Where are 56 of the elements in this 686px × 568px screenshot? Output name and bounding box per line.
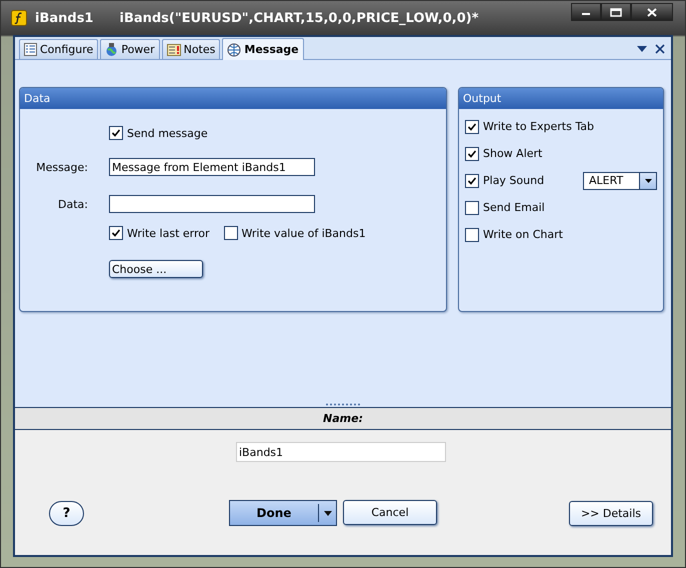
- dropdown-arrow-icon: [324, 510, 332, 516]
- list-icon: [24, 43, 37, 56]
- input-field[interactable]: [109, 195, 315, 213]
- checkbox-label: Write to Experts Tab: [483, 120, 594, 133]
- checkbox-label: Play Sound: [483, 174, 544, 187]
- maximize-icon: [610, 8, 622, 16]
- dropdown-arrow-icon[interactable]: [637, 46, 647, 52]
- tab[interactable]: Message: [222, 38, 304, 60]
- checkmark-icon: [111, 228, 121, 238]
- tab[interactable]: Power: [100, 39, 160, 59]
- checkbox-label: Write value of iBands1: [242, 226, 366, 240]
- tab[interactable]: Notes: [162, 39, 220, 59]
- globe-icon: [105, 42, 118, 56]
- checkbox[interactable]: [109, 226, 123, 240]
- done-button[interactable]: Done: [229, 500, 337, 526]
- checkmark-icon: [467, 176, 477, 186]
- checkbox[interactable]: [465, 146, 479, 160]
- choose-button[interactable]: Choose ...: [109, 260, 203, 278]
- cancel-button[interactable]: Cancel: [343, 500, 437, 525]
- close-button[interactable]: [631, 3, 673, 21]
- checkbox[interactable]: [465, 120, 479, 134]
- name-field[interactable]: iBands1: [236, 442, 446, 462]
- panel-header: Data: [20, 88, 446, 109]
- field-label: Message:: [35, 160, 88, 174]
- tab[interactable]: Configure: [19, 39, 98, 59]
- checkbox-label: Send Email: [483, 201, 545, 214]
- checkmark-icon: [467, 122, 477, 132]
- window-subtitle: iBands("EURUSD",CHART,15,0,0,PRICE_LOW,0,0)*: [119, 10, 479, 26]
- maximize-button[interactable]: [601, 3, 631, 21]
- checkbox[interactable]: [224, 226, 238, 240]
- checkbox-label: Send message: [127, 126, 208, 140]
- dropdown-arrow-icon: [644, 178, 652, 182]
- checkbox[interactable]: [109, 126, 123, 140]
- checkbox-label: Write on Chart: [483, 228, 563, 241]
- checkbox-label: Show Alert: [483, 147, 542, 160]
- globe-icon: [227, 42, 242, 56]
- checkmark-icon: [467, 148, 477, 158]
- name-header: Name:: [15, 408, 671, 430]
- panel-header: Output: [459, 88, 663, 109]
- splitter-handle[interactable]: [15, 402, 671, 408]
- close-icon: [647, 8, 657, 16]
- checkmark-icon: [111, 128, 121, 138]
- checkbox[interactable]: [465, 228, 479, 242]
- checkbox-label: Write last error: [127, 226, 210, 240]
- checkbox[interactable]: [465, 174, 479, 188]
- help-button[interactable]: ?: [49, 500, 84, 526]
- sound-dropdown[interactable]: ALERT: [583, 172, 657, 190]
- note-icon: [166, 44, 181, 56]
- window-title: iBands1: [35, 10, 94, 26]
- input-field[interactable]: Message from Element iBands1: [109, 158, 315, 176]
- checkbox[interactable]: [465, 200, 479, 214]
- field-label: Data:: [57, 198, 88, 210]
- minimize-button[interactable]: [571, 3, 601, 21]
- function-icon: [11, 10, 27, 26]
- close-icon[interactable]: [655, 44, 665, 54]
- details-button[interactable]: >> Details: [569, 500, 653, 526]
